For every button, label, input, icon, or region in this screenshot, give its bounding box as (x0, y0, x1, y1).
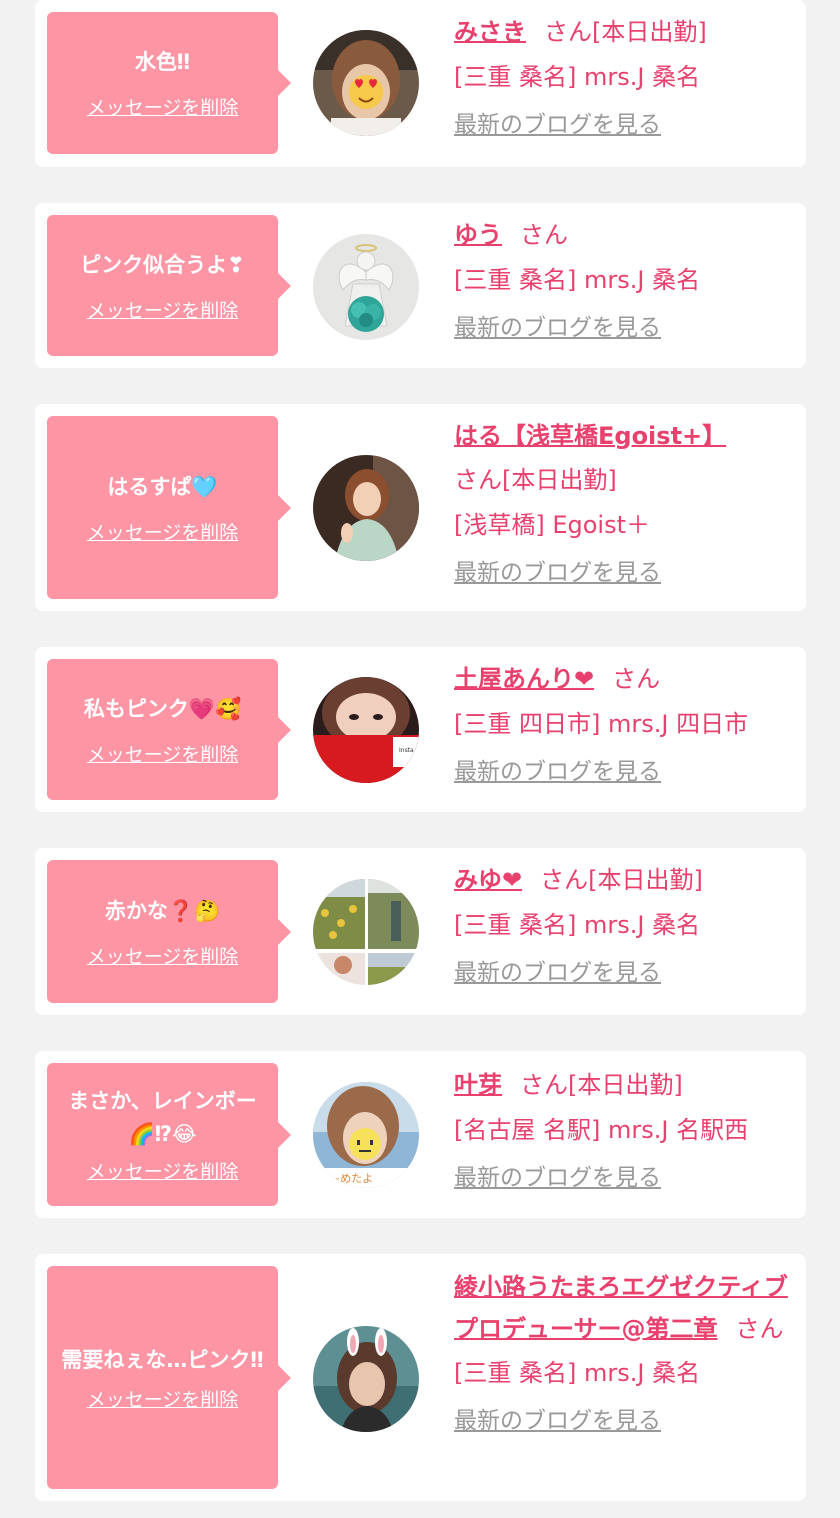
message-text: 私もピンク💗🥰 (83, 696, 242, 721)
avatar-angel-figurine (313, 234, 419, 340)
delete-message-link[interactable]: メッセージを削除 (87, 93, 239, 120)
latest-blog-link[interactable]: 最新のブログを見る (454, 1163, 661, 1193)
latest-blog-link[interactable]: 最新のブログを見る (454, 110, 661, 140)
cast-name-link[interactable]: ゆう (454, 221, 502, 249)
avatar[interactable]: Insta (313, 677, 419, 783)
honorific: さん (540, 866, 589, 894)
honorific: さん (735, 1315, 784, 1343)
cast-name-link[interactable]: 叶芽 (454, 1071, 502, 1099)
message-card: 私もピンク💗🥰 メッセージを削除 Insta 土屋あんり❤ さん [三重 四日市]… (35, 647, 806, 812)
cast-name-link[interactable]: みさき (454, 18, 526, 46)
avatar[interactable] (313, 1326, 419, 1432)
avatar[interactable]: ~めたよ (313, 1082, 419, 1188)
message-bubble: 需要ねぇな…ピンク‼ メッセージを削除 (47, 1266, 291, 1489)
avatar-photo-red-card: Insta (313, 677, 419, 783)
message-bubble: ピンク似合うよ❣ メッセージを削除 (47, 215, 291, 356)
avatar[interactable] (313, 455, 419, 561)
message-bubble: はるすぱ🩵 メッセージを削除 (47, 416, 291, 599)
shop-label: [三重 桑名] mrs.J 桑名 (454, 266, 701, 294)
svg-text:Insta: Insta (399, 747, 414, 754)
cast-info: 土屋あんり❤ さん [三重 四日市] mrs.J 四日市 最新のブログを見る (454, 657, 794, 787)
work-status: [本日出勤] (568, 1071, 683, 1099)
avatar-photo-bunny-ears (313, 1326, 419, 1432)
message-card: ピンク似合うよ❣ メッセージを削除 ゆう さん [三重 桑名] mrs.J 桑名 … (35, 203, 806, 368)
delete-message-link[interactable]: メッセージを削除 (87, 518, 239, 545)
cast-info: みさき さん[本日出勤] [三重 桑名] mrs.J 桑名 最新のブログを見る (454, 10, 794, 140)
shop-label: [三重 桑名] mrs.J 桑名 (454, 911, 701, 939)
latest-blog-link[interactable]: 最新のブログを見る (454, 757, 661, 787)
delete-message-link[interactable]: メッセージを削除 (87, 942, 239, 969)
cast-info: 叶芽 さん[本日出勤] [名古屋 名駅] mrs.J 名駅西 最新のブログを見る (454, 1063, 794, 1193)
shop-label: [浅草橋] Egoist＋ (454, 511, 651, 539)
delete-message-link[interactable]: メッセージを削除 (87, 296, 239, 323)
message-bubble: 水色‼ メッセージを削除 (47, 12, 291, 154)
cast-name-link[interactable]: みゆ❤ (454, 866, 522, 894)
message-bubble: まさか、レインボー🌈⁉😂 メッセージを削除 (47, 1063, 291, 1206)
avatar-photo-heart-eyes (313, 30, 419, 136)
honorific: さん (454, 466, 502, 494)
message-text: ピンク似合うよ❣ (80, 252, 245, 277)
avatar-photo-woman (313, 455, 419, 561)
latest-blog-link[interactable]: 最新のブログを見る (454, 958, 661, 988)
shop-label: [三重 四日市] mrs.J 四日市 (454, 710, 749, 738)
message-card: まさか、レインボー🌈⁉😂 メッセージを削除 ~めたよ 叶芽 さん[本日出勤] [名… (35, 1051, 806, 1218)
shop-label: [名古屋 名駅] mrs.J 名駅西 (454, 1116, 749, 1144)
message-text: まさか、レインボー🌈⁉😂 (68, 1089, 257, 1146)
avatar[interactable] (313, 234, 419, 340)
cast-info: はる【浅草橋Egoist+】 さん[本日出勤] [浅草橋] Egoist＋ 最新の… (454, 414, 794, 588)
delete-message-link[interactable]: メッセージを削除 (87, 740, 239, 767)
shop-label: [三重 桑名] mrs.J 桑名 (454, 1359, 701, 1387)
message-text: 赤かな❓🤔 (104, 898, 221, 923)
avatar[interactable] (313, 30, 419, 136)
honorific: さん (520, 1071, 568, 1099)
avatar[interactable] (313, 879, 419, 985)
work-status: [本日出勤] (502, 466, 617, 494)
delete-message-link[interactable]: メッセージを削除 (87, 1157, 239, 1184)
message-bubble: 赤かな❓🤔 メッセージを削除 (47, 860, 291, 1003)
honorific: さん (612, 665, 661, 693)
cast-info: みゆ❤ さん[本日出勤] [三重 桑名] mrs.J 桑名 最新のブログを見る (454, 858, 794, 988)
honorific: さん (520, 221, 568, 249)
message-text: 需要ねぇな…ピンク‼ (61, 1347, 264, 1372)
cast-info: ゆう さん [三重 桑名] mrs.J 桑名 最新のブログを見る (454, 213, 794, 343)
cast-name-link[interactable]: 土屋あんり❤ (454, 665, 594, 693)
latest-blog-link[interactable]: 最新のブログを見る (454, 1406, 661, 1436)
avatar-photo-smiley-sticker: ~めたよ (313, 1082, 419, 1188)
message-card: 需要ねぇな…ピンク‼ メッセージを削除 綾小路うたまろエグゼクティブプロデューサ… (35, 1254, 806, 1501)
honorific: さん (544, 18, 592, 46)
cast-info: 綾小路うたまろエグゼクティブプロデューサー@第二章 さん [三重 桑名] mrs.… (454, 1266, 794, 1436)
message-bubble: 私もピンク💗🥰 メッセージを削除 (47, 659, 291, 800)
latest-blog-link[interactable]: 最新のブログを見る (454, 558, 661, 588)
svg-text:~めたよ: ~めたよ (331, 1172, 373, 1185)
message-card: 赤かな❓🤔 メッセージを削除 みゆ❤ さん[本日出勤] [三重 桑名] mrs.J… (35, 848, 806, 1015)
message-card: 水色‼ メッセージを削除 みさき さん[本日出勤] [三重 桑名] mrs.J 桑… (35, 0, 806, 167)
avatar-collage-sunflower (313, 879, 419, 985)
work-status: [本日出勤] (588, 866, 703, 894)
shop-label: [三重 桑名] mrs.J 桑名 (454, 63, 701, 91)
delete-message-link[interactable]: メッセージを削除 (87, 1385, 239, 1412)
work-status: [本日出勤] (592, 18, 707, 46)
message-text: 水色‼ (134, 50, 191, 74)
message-text: はるすぱ🩵 (107, 474, 218, 499)
message-card: はるすぱ🩵 メッセージを削除 はる【浅草橋Egoist+】 さん[本日出勤] [浅… (35, 404, 806, 611)
latest-blog-link[interactable]: 最新のブログを見る (454, 313, 661, 343)
cast-name-link[interactable]: はる【浅草橋Egoist+】 (454, 422, 726, 450)
